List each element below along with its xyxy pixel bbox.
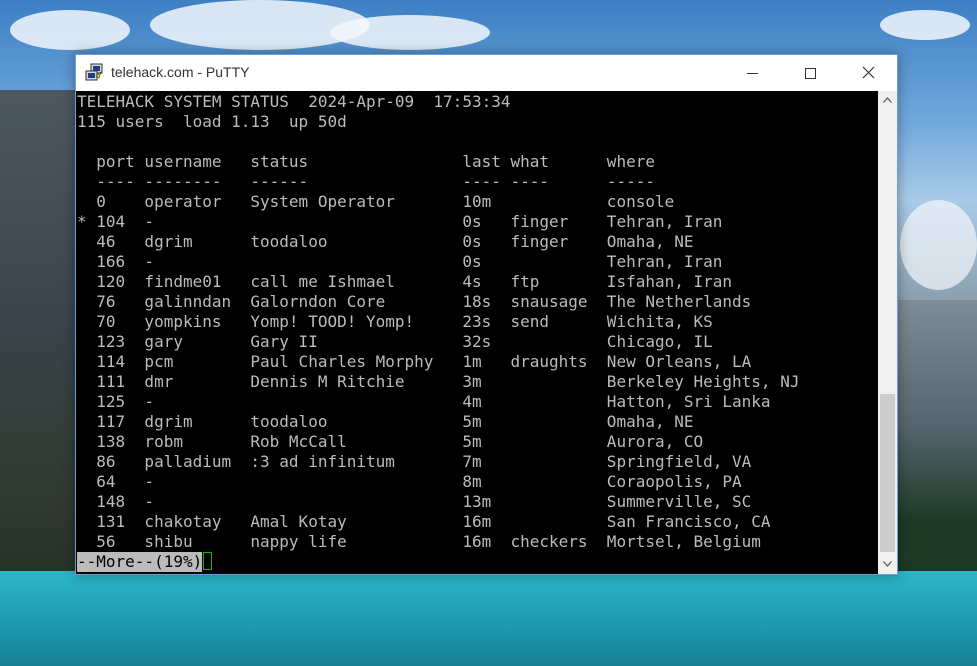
table-row: 64 - 8m Coraopolis, PA: [77, 472, 742, 491]
table-column-headers: port username status last what where: [77, 152, 655, 171]
scroll-up-button[interactable]: [878, 91, 897, 110]
table-row: 131 chakotay Amal Kotay 16m San Francisc…: [77, 512, 771, 531]
minimize-button[interactable]: [729, 55, 775, 91]
table-row: 70 yompkins Yomp! TOOD! Yomp! 23s send W…: [77, 312, 713, 331]
table-row: 148 - 13m Summerville, SC: [77, 492, 752, 511]
table-row: 0 operator System Operator 10m console: [77, 192, 675, 211]
putty-icon[interactable]: [84, 63, 104, 83]
table-row: 86 palladium :3 ad infinitum 7m Springfi…: [77, 452, 752, 471]
status-summary: 115 users load 1.13 up 50d: [77, 112, 347, 131]
table-row: 111 dmr Dennis M Ritchie 3m Berkeley Hei…: [77, 372, 800, 391]
window-title: telehack.com - PuTTY: [111, 64, 250, 80]
table-header-rule: ---- -------- ------ ---- ---- -----: [77, 172, 655, 191]
table-row: 138 robm Rob McCall 5m Aurora, CO: [77, 432, 704, 451]
table-row: * 104 - 0s finger Tehran, Iran: [77, 212, 723, 231]
lake: [0, 571, 977, 666]
title-bar[interactable]: telehack.com - PuTTY: [76, 55, 897, 91]
scroll-up-arrow-icon: [883, 95, 892, 106]
table-row: 120 findme01 call me Ishmael 4s ftp Isfa…: [77, 272, 733, 291]
scroll-down-arrow-icon: [883, 559, 892, 570]
scrollbar-thumb[interactable]: [880, 394, 895, 552]
cloud: [10, 10, 130, 50]
text-cursor: [203, 552, 212, 570]
table-row: 76 galinndan Galorndon Core 18s snausage…: [77, 292, 752, 311]
close-icon: [862, 64, 875, 83]
table-row: 125 - 4m Hatton, Sri Lanka: [77, 392, 771, 411]
table-row: 123 gary Gary II 32s Chicago, IL: [77, 332, 713, 351]
terminal-screen[interactable]: TELEHACK SYSTEM STATUS 2024-Apr-09 17:53…: [76, 91, 878, 574]
maximize-icon: [804, 67, 816, 79]
putty-window[interactable]: telehack.com - PuTTY TELEHACK SYSTEM STA…: [75, 54, 898, 575]
more-prompt: --More--(19%): [77, 552, 203, 572]
status-header: TELEHACK SYSTEM STATUS 2024-Apr-09 17:53…: [77, 92, 511, 111]
close-button[interactable]: [845, 55, 891, 91]
cloud: [330, 15, 490, 50]
table-row: 117 dgrim toodaloo 5m Omaha, NE: [77, 412, 694, 431]
cloud: [900, 200, 977, 290]
vertical-scrollbar[interactable]: [878, 91, 897, 574]
maximize-button[interactable]: [787, 55, 833, 91]
table-row: 56 shibu nappy life 16m checkers Mortsel…: [77, 532, 761, 551]
table-row: 46 dgrim toodaloo 0s finger Omaha, NE: [77, 232, 694, 251]
minimize-icon: [746, 72, 758, 74]
table-row: 166 - 0s Tehran, Iran: [77, 252, 723, 271]
scroll-down-button[interactable]: [878, 555, 897, 574]
cloud: [880, 10, 970, 40]
table-row: 114 pcm Paul Charles Morphy 1m draughts …: [77, 352, 752, 371]
